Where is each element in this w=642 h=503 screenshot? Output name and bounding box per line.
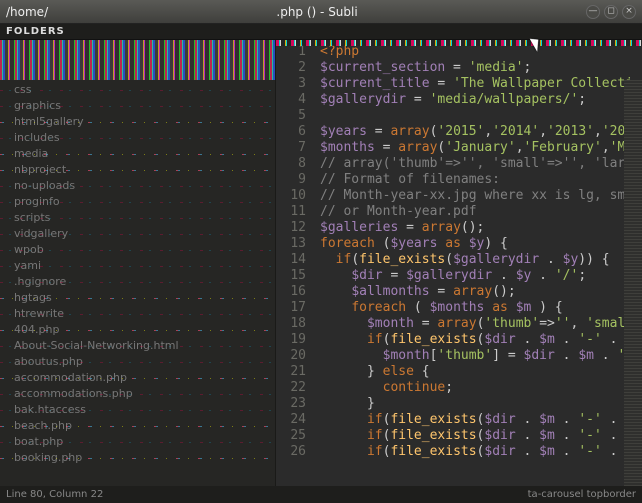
code-line[interactable]: foreach ($years as $y) {: [320, 236, 642, 252]
window-minimize-button[interactable]: —: [586, 5, 600, 19]
corruption-artifact: [276, 40, 642, 46]
sidebar-item[interactable]: htrewrite: [0, 306, 275, 322]
code-line[interactable]: $years = array('2015','2014','2013','201: [320, 124, 642, 140]
window-titlebar: /home/ .php () - Subli — ◻ ×: [0, 0, 642, 24]
code-line[interactable]: foreach ( $months as $m ) {: [320, 300, 642, 316]
code-line[interactable]: $dir = $gallerydir . $y . '/';: [320, 268, 642, 284]
code-line[interactable]: if(file_exists($dir . $m . '-' . $: [320, 428, 642, 444]
sidebar-item[interactable]: .hgignore: [0, 274, 275, 290]
sidebar-item[interactable]: nbproject: [0, 162, 275, 178]
code-area[interactable]: <?php$current_section = 'media';$current…: [314, 40, 642, 503]
sidebar[interactable]: cssgraphicshtml5galleryincludesmedianbpr…: [0, 40, 276, 503]
code-line[interactable]: if(file_exists($dir . $m . '-' . $: [320, 412, 642, 428]
code-line[interactable]: $current_title = 'The Wallpaper Collecti: [320, 76, 642, 92]
sidebar-item[interactable]: no-uploads: [0, 178, 275, 194]
code-line[interactable]: } else {: [320, 364, 642, 380]
sidebar-item[interactable]: hgtags: [0, 290, 275, 306]
sidebar-item[interactable]: scripts: [0, 210, 275, 226]
code-line[interactable]: if(file_exists($dir . $m . '-' . $: [320, 444, 642, 460]
code-line[interactable]: // Month-year-xx.jpg where xx is lg, sm: [320, 188, 642, 204]
code-line[interactable]: $gallerydir = 'media/wallpapers/';: [320, 92, 642, 108]
window-maximize-button[interactable]: ◻: [604, 5, 618, 19]
sidebar-item[interactable]: vidgallery: [0, 226, 275, 242]
sidebar-item[interactable]: booking.php: [0, 450, 275, 466]
code-line[interactable]: continue;: [320, 380, 642, 396]
sidebar-item[interactable]: graphics: [0, 98, 275, 114]
minimap[interactable]: [624, 80, 642, 486]
code-line[interactable]: $month = array('thumb'=>'', 'small: [320, 316, 642, 332]
window-close-button[interactable]: ×: [622, 5, 636, 19]
sidebar-item[interactable]: bak.htaccess: [0, 402, 275, 418]
status-right: ta-carousel topborder: [528, 489, 636, 500]
code-line[interactable]: if(file_exists($dir . $m . '-' . $: [320, 332, 642, 348]
sidebar-item[interactable]: includes: [0, 130, 275, 146]
sidebar-item[interactable]: aboutus.php: [0, 354, 275, 370]
code-line[interactable]: // or Month-year.pdf: [320, 204, 642, 220]
status-bar: Line 80, Column 22 ta-carousel topborder: [0, 486, 642, 503]
code-line[interactable]: if(file_exists($gallerydir . $y)) {: [320, 252, 642, 268]
code-line[interactable]: [320, 108, 642, 124]
code-line[interactable]: // array('thumb'=>'', 'small'=>'', 'larg: [320, 156, 642, 172]
sidebar-item[interactable]: proginfo: [0, 194, 275, 210]
code-editor[interactable]: 1234567891011121314151617181920212223242…: [276, 40, 642, 503]
code-line[interactable]: <?php: [320, 44, 642, 60]
status-position: Line 80, Column 22: [6, 489, 103, 500]
sidebar-item[interactable]: css: [0, 82, 275, 98]
corruption-artifact: [0, 40, 275, 80]
line-number-gutter: 1234567891011121314151617181920212223242…: [276, 40, 314, 503]
sidebar-item[interactable]: media: [0, 146, 275, 162]
sidebar-item[interactable]: accommodation.php: [0, 370, 275, 386]
code-line[interactable]: $months = array('January','February','Ma: [320, 140, 642, 156]
sidebar-item[interactable]: boat.php: [0, 434, 275, 450]
title-path-left: /home/: [6, 5, 48, 19]
sidebar-item[interactable]: accommodations.php: [0, 386, 275, 402]
code-line[interactable]: $current_section = 'media';: [320, 60, 642, 76]
sidebar-item[interactable]: 404.php: [0, 322, 275, 338]
code-line[interactable]: // Format of filenames:: [320, 172, 642, 188]
sidebar-item[interactable]: beach.php: [0, 418, 275, 434]
code-line[interactable]: $galleries = array();: [320, 220, 642, 236]
code-line[interactable]: }: [320, 396, 642, 412]
code-line[interactable]: $month['thumb'] = $dir . $m . ': [320, 348, 642, 364]
sidebar-item[interactable]: yami: [0, 258, 275, 274]
sidebar-item[interactable]: html5gallery: [0, 114, 275, 130]
code-line[interactable]: $allmonths = array();: [320, 284, 642, 300]
title-filename: .php () - Subli: [48, 5, 586, 19]
sidebar-item[interactable]: wpob: [0, 242, 275, 258]
folders-header: FOLDERS: [0, 24, 642, 40]
sidebar-item[interactable]: About-Social-Networking.html: [0, 338, 275, 354]
